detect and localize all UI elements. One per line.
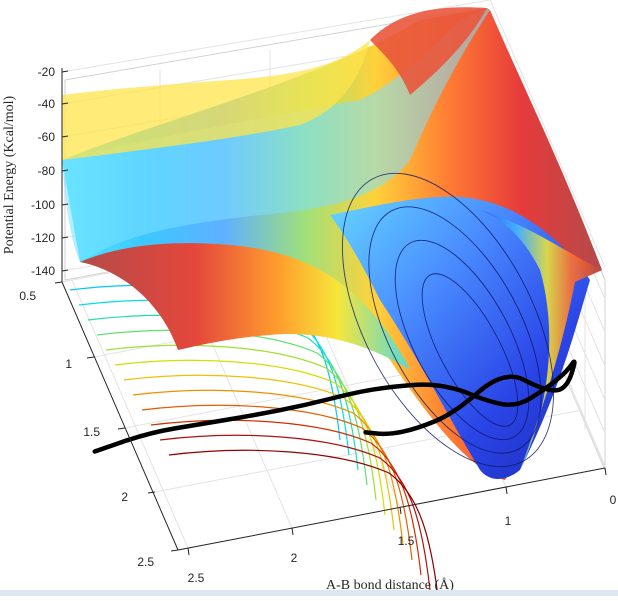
z-tick-label: -80: [38, 164, 56, 178]
z-tick-label: -20: [38, 65, 56, 79]
surface-plot[interactable]: -20 -40 -60 -80 -100 -120 -140 0.5 1 1.5 2 2.5 0 1 1…: [0, 0, 618, 601]
bc-tick-label: 1: [65, 357, 72, 371]
ab-tick-label: 2: [291, 551, 298, 565]
ab-tick-mark: [291, 527, 294, 536]
bc-tick-label: 1.5: [83, 425, 100, 439]
bc-tick-mark: [54, 281, 63, 284]
bc-tick-mark: [170, 549, 179, 552]
bc-tick-mark: [117, 427, 126, 430]
ab-tick-label: 1: [505, 514, 512, 528]
ab-tick-label: 2.5: [188, 571, 205, 585]
ab-tick-mark: [187, 547, 190, 556]
ab-tick-label: 1.5: [398, 534, 415, 548]
z-tick-mark: [61, 70, 69, 73]
bc-tick-label: 2.5: [137, 555, 154, 569]
z-tick-label: -140: [31, 264, 55, 278]
floor-contour-line: [150, 419, 422, 576]
floor-contour-line: [168, 449, 440, 601]
floor-contour-line: [159, 434, 431, 591]
ab-tick-mark: [604, 467, 607, 476]
bc-tick-label: 0.5: [19, 289, 36, 303]
bc-tick-mark: [147, 491, 156, 494]
plot-svg: -20 -40 -60 -80 -100 -120 -140 0.5 1 1.5 2 2.5 0 1 1…: [2, 0, 617, 601]
window-bottom-strip: [0, 590, 618, 596]
z-axis-label: Potential Energy (Kcal/mol): [2, 95, 17, 254]
bc-tick-label: 2: [121, 490, 128, 504]
bc-axis-ticks: 0.5 1 1.5 2 2.5: [19, 281, 179, 569]
z-tick-label: -100: [31, 198, 55, 212]
z-tick-label: -40: [38, 97, 56, 111]
bc-tick-mark: [86, 356, 95, 359]
z-tick-label: -120: [31, 231, 55, 245]
ab-tick-mark: [399, 506, 402, 515]
ab-tick-label: 0: [610, 493, 617, 507]
ab-tick-mark: [505, 486, 508, 495]
z-tick-label: -60: [38, 130, 56, 144]
